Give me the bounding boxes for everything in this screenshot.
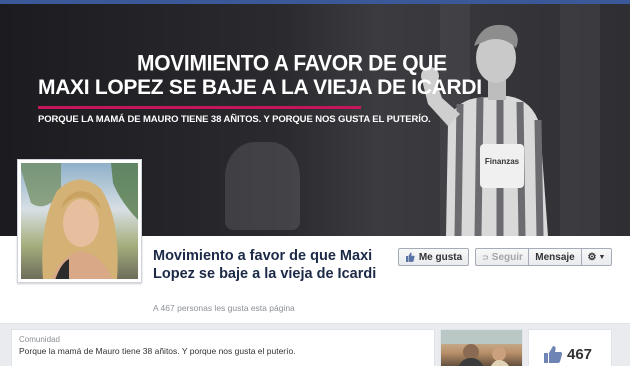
like-count: 467 <box>567 346 593 363</box>
gear-icon: ⚙ <box>587 251 597 263</box>
chevron-down-icon: ▼ <box>598 253 606 261</box>
player-figure: Finanzas <box>421 24 548 236</box>
thumbs-up-icon <box>543 345 563 366</box>
likes-summary[interactable]: A 467 personas les gusta esta página <box>153 303 295 313</box>
thumbs-up-icon <box>405 252 415 262</box>
avatar <box>21 163 138 279</box>
settings-menu-button[interactable]: ⚙ ▼ <box>581 248 612 266</box>
message-button-label: Mensaje <box>535 251 575 263</box>
page-title: Movimiento a favor de que Maxi Lopez se … <box>153 248 377 282</box>
background-figure <box>225 142 300 230</box>
cover-accent-line <box>38 106 361 109</box>
page-description: Porque la mamá de Mauro tiene 38 añitos.… <box>19 346 296 356</box>
message-button[interactable]: Mensaje <box>528 248 582 266</box>
cover-subline: PORQUE LA MAMÁ DE MAURO TIENE 38 AÑITOS.… <box>38 114 431 125</box>
profile-picture[interactable] <box>17 159 142 283</box>
follow-button[interactable]: ⊃ Seguir <box>475 248 529 266</box>
jersey-sponsor-text: Finanzas <box>485 157 520 166</box>
follow-button-label: Seguir <box>491 251 523 263</box>
like-button[interactable]: Me gusta <box>398 248 469 266</box>
cover-headline-2: MAXI LOPEZ SE BAJE A LA VIEJA DE ICARDI <box>38 76 482 99</box>
rss-icon: ⊃ <box>482 252 489 262</box>
like-button-label: Me gusta <box>418 251 463 263</box>
photo-thumbnail[interactable] <box>440 329 523 366</box>
page-category: Comunidad <box>19 335 60 344</box>
cover-headline-1: MOVIMIENTO A FAVOR DE QUE <box>137 51 447 76</box>
